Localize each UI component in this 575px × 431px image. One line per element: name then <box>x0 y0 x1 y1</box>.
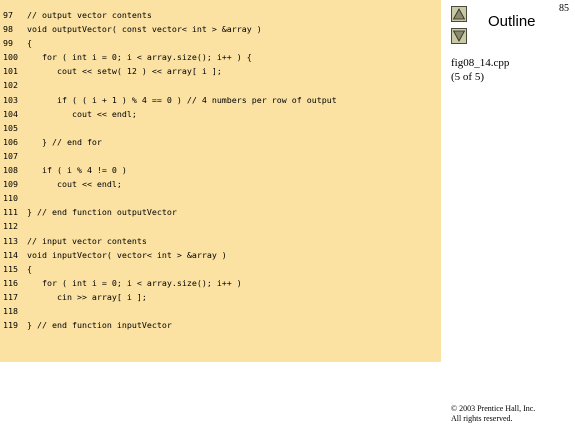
line-number: 112 <box>3 221 18 232</box>
code-line: 111 } // end function outputVector <box>3 205 337 219</box>
code-text: cin >> array[ i ]; <box>27 291 147 302</box>
line-number: 108 <box>3 165 18 176</box>
code-line: 105 <box>3 121 337 135</box>
code-text: for ( int i = 0; i < array.size(); i++ ) <box>27 277 242 288</box>
code-line: 101 cout << setw( 12 ) << array[ i ]; <box>3 64 337 78</box>
line-number: 118 <box>3 305 18 316</box>
line-number: 113 <box>3 235 18 246</box>
code-text: if ( ( i + 1 ) % 4 == 0 ) // 4 numbers p… <box>27 94 337 105</box>
line-number: 103 <box>3 94 18 105</box>
code-text: } // end function outputVector <box>27 207 177 218</box>
line-number: 111 <box>3 207 18 218</box>
file-part: (5 of 5) <box>451 71 484 83</box>
code-text: { <box>27 263 32 274</box>
line-number: 102 <box>3 80 18 91</box>
line-number: 119 <box>3 320 18 331</box>
code-text: // output vector contents <box>27 10 152 20</box>
code-text: cout << endl; <box>27 108 137 119</box>
line-number: 99 <box>3 38 13 49</box>
code-text: cout << endl; <box>27 179 122 190</box>
down-triangle-icon <box>452 30 466 42</box>
line-number: 100 <box>3 52 18 63</box>
code-listing: 97 // output vector contents 98 void output… <box>3 8 337 332</box>
code-line: 117 cin >> array[ i ]; <box>3 290 337 304</box>
line-number: 116 <box>3 277 18 288</box>
code-line: 112 <box>3 219 337 233</box>
code-panel: 97 // output vector contents 98 void output… <box>0 0 441 362</box>
code-text: cout << setw( 12 ) << array[ i ]; <box>27 66 222 77</box>
code-line: 108 if ( i % 4 != 0 ) <box>3 163 337 177</box>
code-line: 107 <box>3 149 337 163</box>
code-line: 113 // input vector contents <box>3 234 337 248</box>
code-line: 97 // output vector contents <box>3 8 337 22</box>
code-line: 116 for ( int i = 0; i < array.size(); i… <box>3 276 337 290</box>
line-number: 117 <box>3 291 18 302</box>
line-number: 104 <box>3 108 18 119</box>
line-number: 115 <box>3 263 18 274</box>
code-line: 102 <box>3 78 337 92</box>
line-number: 105 <box>3 122 18 133</box>
code-text: { <box>27 38 32 49</box>
code-line: 114 void inputVector( vector< int > &arra… <box>3 248 337 262</box>
code-line: 106 } // end for <box>3 135 337 149</box>
code-line: 118 <box>3 304 337 318</box>
line-number: 106 <box>3 136 18 147</box>
next-slide-button[interactable] <box>451 28 467 44</box>
outline-title: Outline <box>488 13 536 30</box>
code-text: for ( int i = 0; i < array.size(); i++ )… <box>27 52 252 63</box>
copyright: © 2003 Prentice Hall, Inc. All rights re… <box>451 404 535 424</box>
code-line: 103 if ( ( i + 1 ) % 4 == 0 ) // 4 numbe… <box>3 93 337 107</box>
code-text: } // end function inputVector <box>27 320 172 331</box>
line-number: 98 <box>3 24 13 35</box>
sidebar: Outline 85 fig08_14.cpp (5 of 5) <box>441 0 575 431</box>
code-line: 115 { <box>3 262 337 276</box>
line-number: 114 <box>3 249 18 260</box>
code-line: 98 void outputVector( const vector< int >… <box>3 22 337 36</box>
line-number: 107 <box>3 150 18 161</box>
code-line: 99 { <box>3 36 337 50</box>
code-text: void inputVector( vector< int > &array ) <box>27 249 227 260</box>
previous-slide-button[interactable] <box>451 6 467 22</box>
line-number: 110 <box>3 193 18 204</box>
copyright-line-1: © 2003 Prentice Hall, Inc. <box>451 404 536 413</box>
line-number: 109 <box>3 179 18 190</box>
code-line: 109 cout << endl; <box>3 177 337 191</box>
up-triangle-icon <box>452 8 466 20</box>
file-name: fig08_14.cpp <box>451 57 510 69</box>
code-line: 110 <box>3 191 337 205</box>
line-number: 97 <box>3 10 13 20</box>
code-text: if ( i % 4 != 0 ) <box>27 165 127 176</box>
code-text: // input vector contents <box>27 235 147 246</box>
code-text: void outputVector( const vector< int > &… <box>27 24 262 35</box>
code-line: 119 } // end function inputVector <box>3 318 337 332</box>
code-text: } // end for <box>27 136 102 147</box>
page-number: 85 <box>559 3 569 14</box>
line-number: 101 <box>3 66 18 77</box>
code-line: 100 for ( int i = 0; i < array.size(); i… <box>3 50 337 64</box>
code-line: 104 cout << endl; <box>3 107 337 121</box>
copyright-line-2: All rights reserved. <box>451 414 513 423</box>
